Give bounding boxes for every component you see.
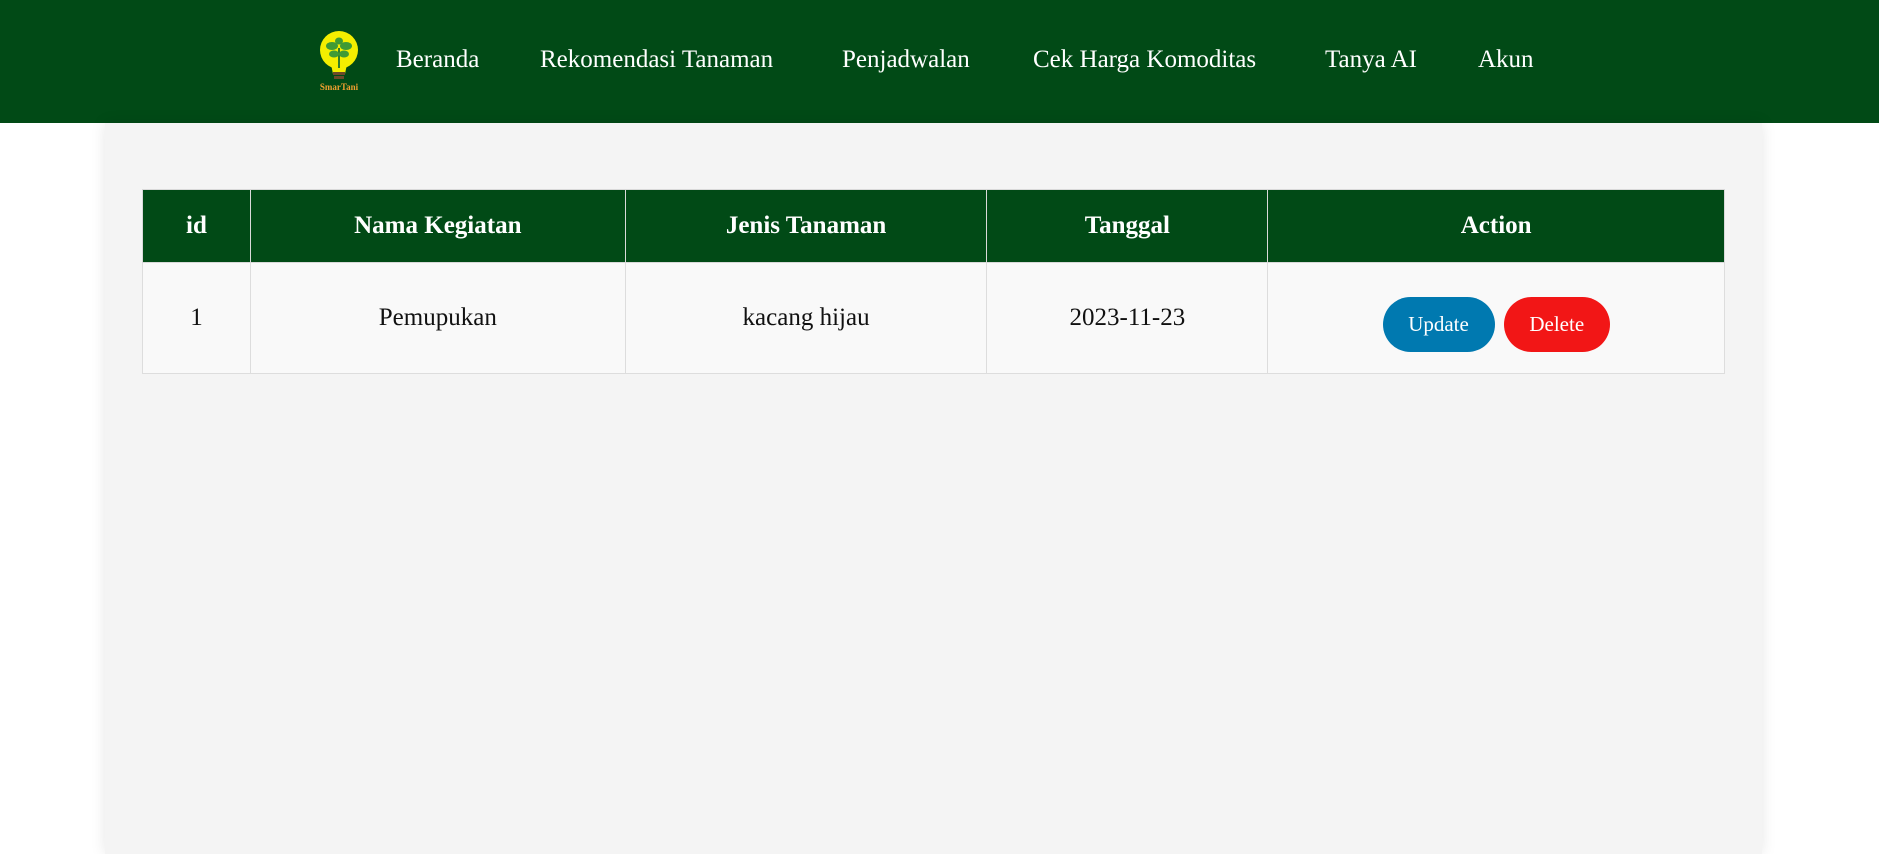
table-header-row: id Nama Kegiatan Jenis Tanaman Tanggal A…	[142, 189, 1725, 263]
cell-action: Update Delete	[1267, 262, 1725, 374]
column-header-action: Action	[1267, 189, 1725, 263]
nav-cek-harga-komoditas[interactable]: Cek Harga Komoditas	[1033, 42, 1256, 78]
column-header-jenis-tanaman: Jenis Tanaman	[624, 189, 988, 263]
smartani-logo[interactable]: SmarTani	[312, 28, 366, 92]
nav-akun[interactable]: Akun	[1478, 42, 1534, 78]
column-header-id: id	[142, 189, 251, 263]
column-header-tanggal: Tanggal	[986, 189, 1269, 263]
column-header-nama-kegiatan: Nama Kegiatan	[249, 189, 626, 263]
nav-rekomendasi-tanaman[interactable]: Rekomendasi Tanaman	[540, 42, 773, 78]
table-row: 1 Pemupukan kacang hijau 2023-11-23 Upda…	[142, 262, 1725, 374]
cell-nama-kegiatan: Pemupukan	[249, 262, 626, 374]
logo-text: SmarTani	[320, 82, 359, 92]
schedule-table: id Nama Kegiatan Jenis Tanaman Tanggal A…	[142, 189, 1725, 374]
nav-tanya-ai[interactable]: Tanya AI	[1325, 42, 1417, 78]
update-button[interactable]: Update	[1382, 297, 1495, 352]
content-panel: id Nama Kegiatan Jenis Tanaman Tanggal A…	[105, 123, 1762, 854]
cell-tanggal: 2023-11-23	[986, 262, 1269, 374]
nav-penjadwalan[interactable]: Penjadwalan	[842, 42, 970, 78]
top-navbar: SmarTani Beranda Rekomendasi Tanaman Pen…	[0, 0, 1879, 123]
cell-jenis-tanaman: kacang hijau	[624, 262, 988, 374]
cell-id: 1	[142, 262, 251, 374]
nav-beranda[interactable]: Beranda	[396, 42, 479, 78]
delete-button[interactable]: Delete	[1503, 297, 1610, 352]
